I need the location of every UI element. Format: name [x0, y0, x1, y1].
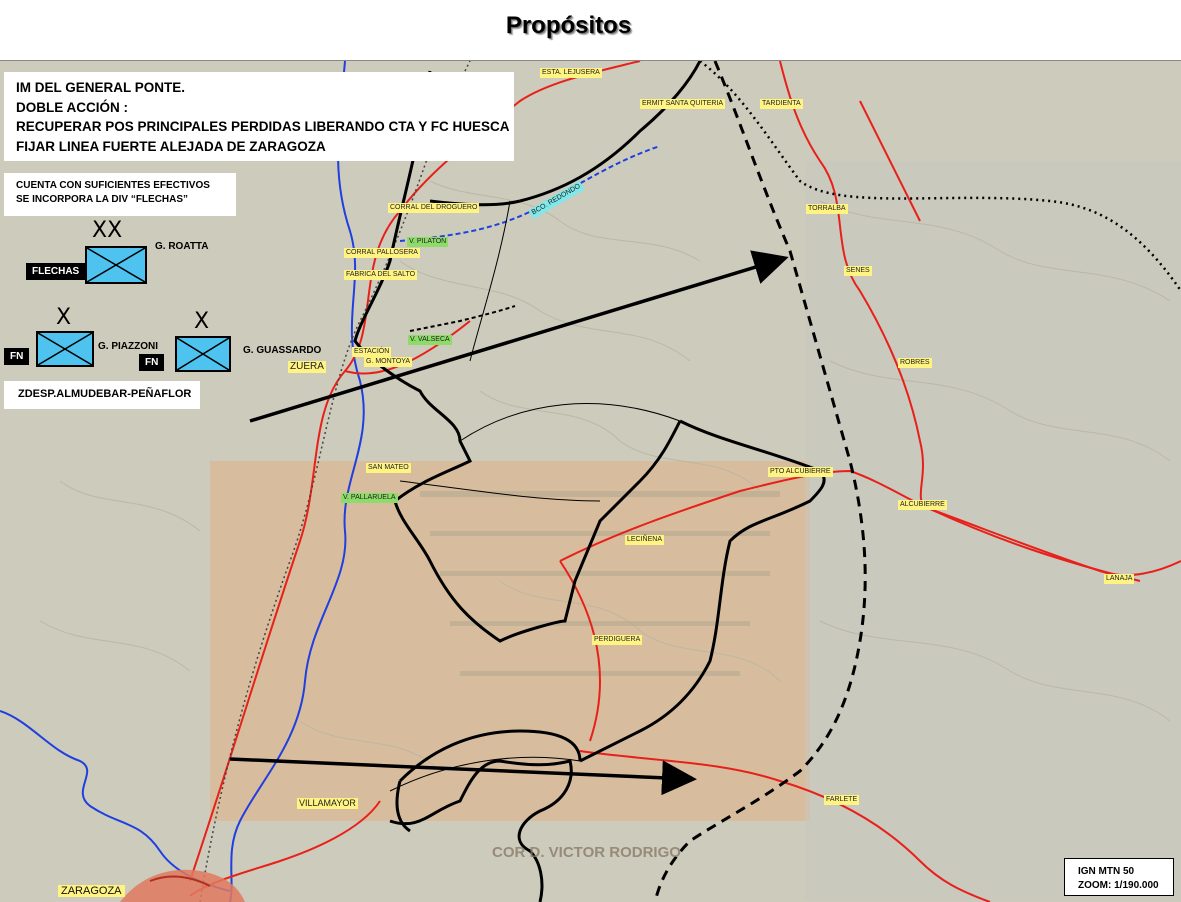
commander-piazzoni: G. PIAZZONI — [98, 341, 158, 352]
place-perdiguera: PERDIGUERA — [592, 635, 643, 645]
infantry-cross-icon — [177, 338, 229, 370]
place-tardienta: TARDIENTA — [760, 99, 803, 109]
forces-note-line-2: SE INCORPORA LA DIV “FLECHAS” — [16, 194, 189, 205]
place-estacion: ESTACIÓN — [352, 347, 392, 357]
infantry-cross-icon — [87, 248, 145, 282]
unit-symbol-fn-right[interactable] — [175, 336, 231, 372]
mission-line-1: IM DEL GENERAL PONTE. — [16, 80, 186, 95]
place-corral-droguero: CORRAL DEL DROGUERO — [388, 203, 480, 213]
scale-box: IGN MTN 50 ZOOM: 1/190.000 — [1064, 858, 1174, 896]
commander-guassardo: G. GUASSARDO — [243, 345, 322, 356]
infantry-cross-icon — [38, 333, 92, 365]
author-credit: COR D. VICTOR RODRIGO — [492, 844, 681, 861]
place-lanaja: LANAJA — [1104, 574, 1135, 584]
division-echelon-icon: XX — [92, 218, 123, 243]
forces-note: CUENTA CON SUFICIENTES EFECTIVOS SE INCO… — [4, 173, 236, 216]
detachment-box: ZDESP.ALMUDEBAR-PEÑAFLOR — [4, 381, 200, 409]
mission-line-4: FIJAR LINEA FUERTE ALEJADA DE ZARAGOZA — [16, 138, 326, 154]
place-corral-losera: CORRAL PALLOSERA — [344, 248, 420, 258]
place-san-mateo: SAN MATEO — [366, 463, 411, 473]
mission-line-3: RECUPERAR POS PRINCIPALES PERDIDAS LIBER… — [16, 119, 510, 134]
scale-source: IGN MTN 50 — [1078, 866, 1135, 877]
place-fabrica-salto: FABRICA DEL SALTO — [344, 270, 418, 280]
place-farlete: FARLETE — [824, 795, 860, 805]
mission-box: IM DEL GENERAL PONTE. DOBLE ACCIÓN : REC… — [4, 72, 514, 161]
map[interactable]: IM DEL GENERAL PONTE. DOBLE ACCIÓN : REC… — [0, 60, 1181, 902]
place-estacion-top: ESTA. LEJUSERA — [540, 68, 602, 78]
mission-line-2: DOBLE ACCIÓN : — [16, 99, 128, 115]
unit-tag-flechas: FLECHAS — [26, 263, 86, 280]
place-senes: SENES — [844, 266, 872, 276]
place-montoya: G. MONTOYA — [364, 357, 413, 367]
place-v-pallaruela: V. PALLARUELA — [341, 493, 398, 503]
place-v-valseca: V. VALSECA — [408, 335, 452, 345]
unit-symbol-flechas[interactable] — [85, 246, 147, 284]
place-zaragoza: ZARAGOZA — [58, 885, 125, 897]
brigade-echelon-icon: X — [56, 305, 72, 330]
place-alcubierre: ALCUBIERRE — [898, 500, 947, 510]
commander-roatta: G. ROATTA — [155, 241, 209, 252]
brigade-echelon-icon: X — [194, 309, 210, 334]
forces-note-line-1: CUENTA CON SUFICIENTES EFECTIVOS — [16, 180, 210, 191]
place-robres: ROBRES — [898, 358, 932, 368]
place-villamayor: VILLAMAYOR — [297, 798, 358, 809]
place-lecinena: LECIÑENA — [625, 535, 665, 545]
unit-tag-fn-right: FN — [139, 354, 165, 371]
place-ermita: ERMIT SANTA QUITERIA — [640, 99, 726, 109]
page-title: Propósitos — [505, 12, 632, 39]
place-v-pilaton: V. PILATON — [407, 237, 449, 247]
unit-symbol-fn-left[interactable] — [36, 331, 94, 367]
place-zuera: ZUERA — [288, 361, 326, 373]
place-torralba: TORRALBA — [806, 204, 848, 214]
unit-tag-fn-left: FN — [4, 348, 30, 365]
scale-zoom: ZOOM: 1/190.000 — [1078, 880, 1159, 891]
place-pto-alcubierre: PTO ALCUBIERRE — [768, 467, 833, 477]
